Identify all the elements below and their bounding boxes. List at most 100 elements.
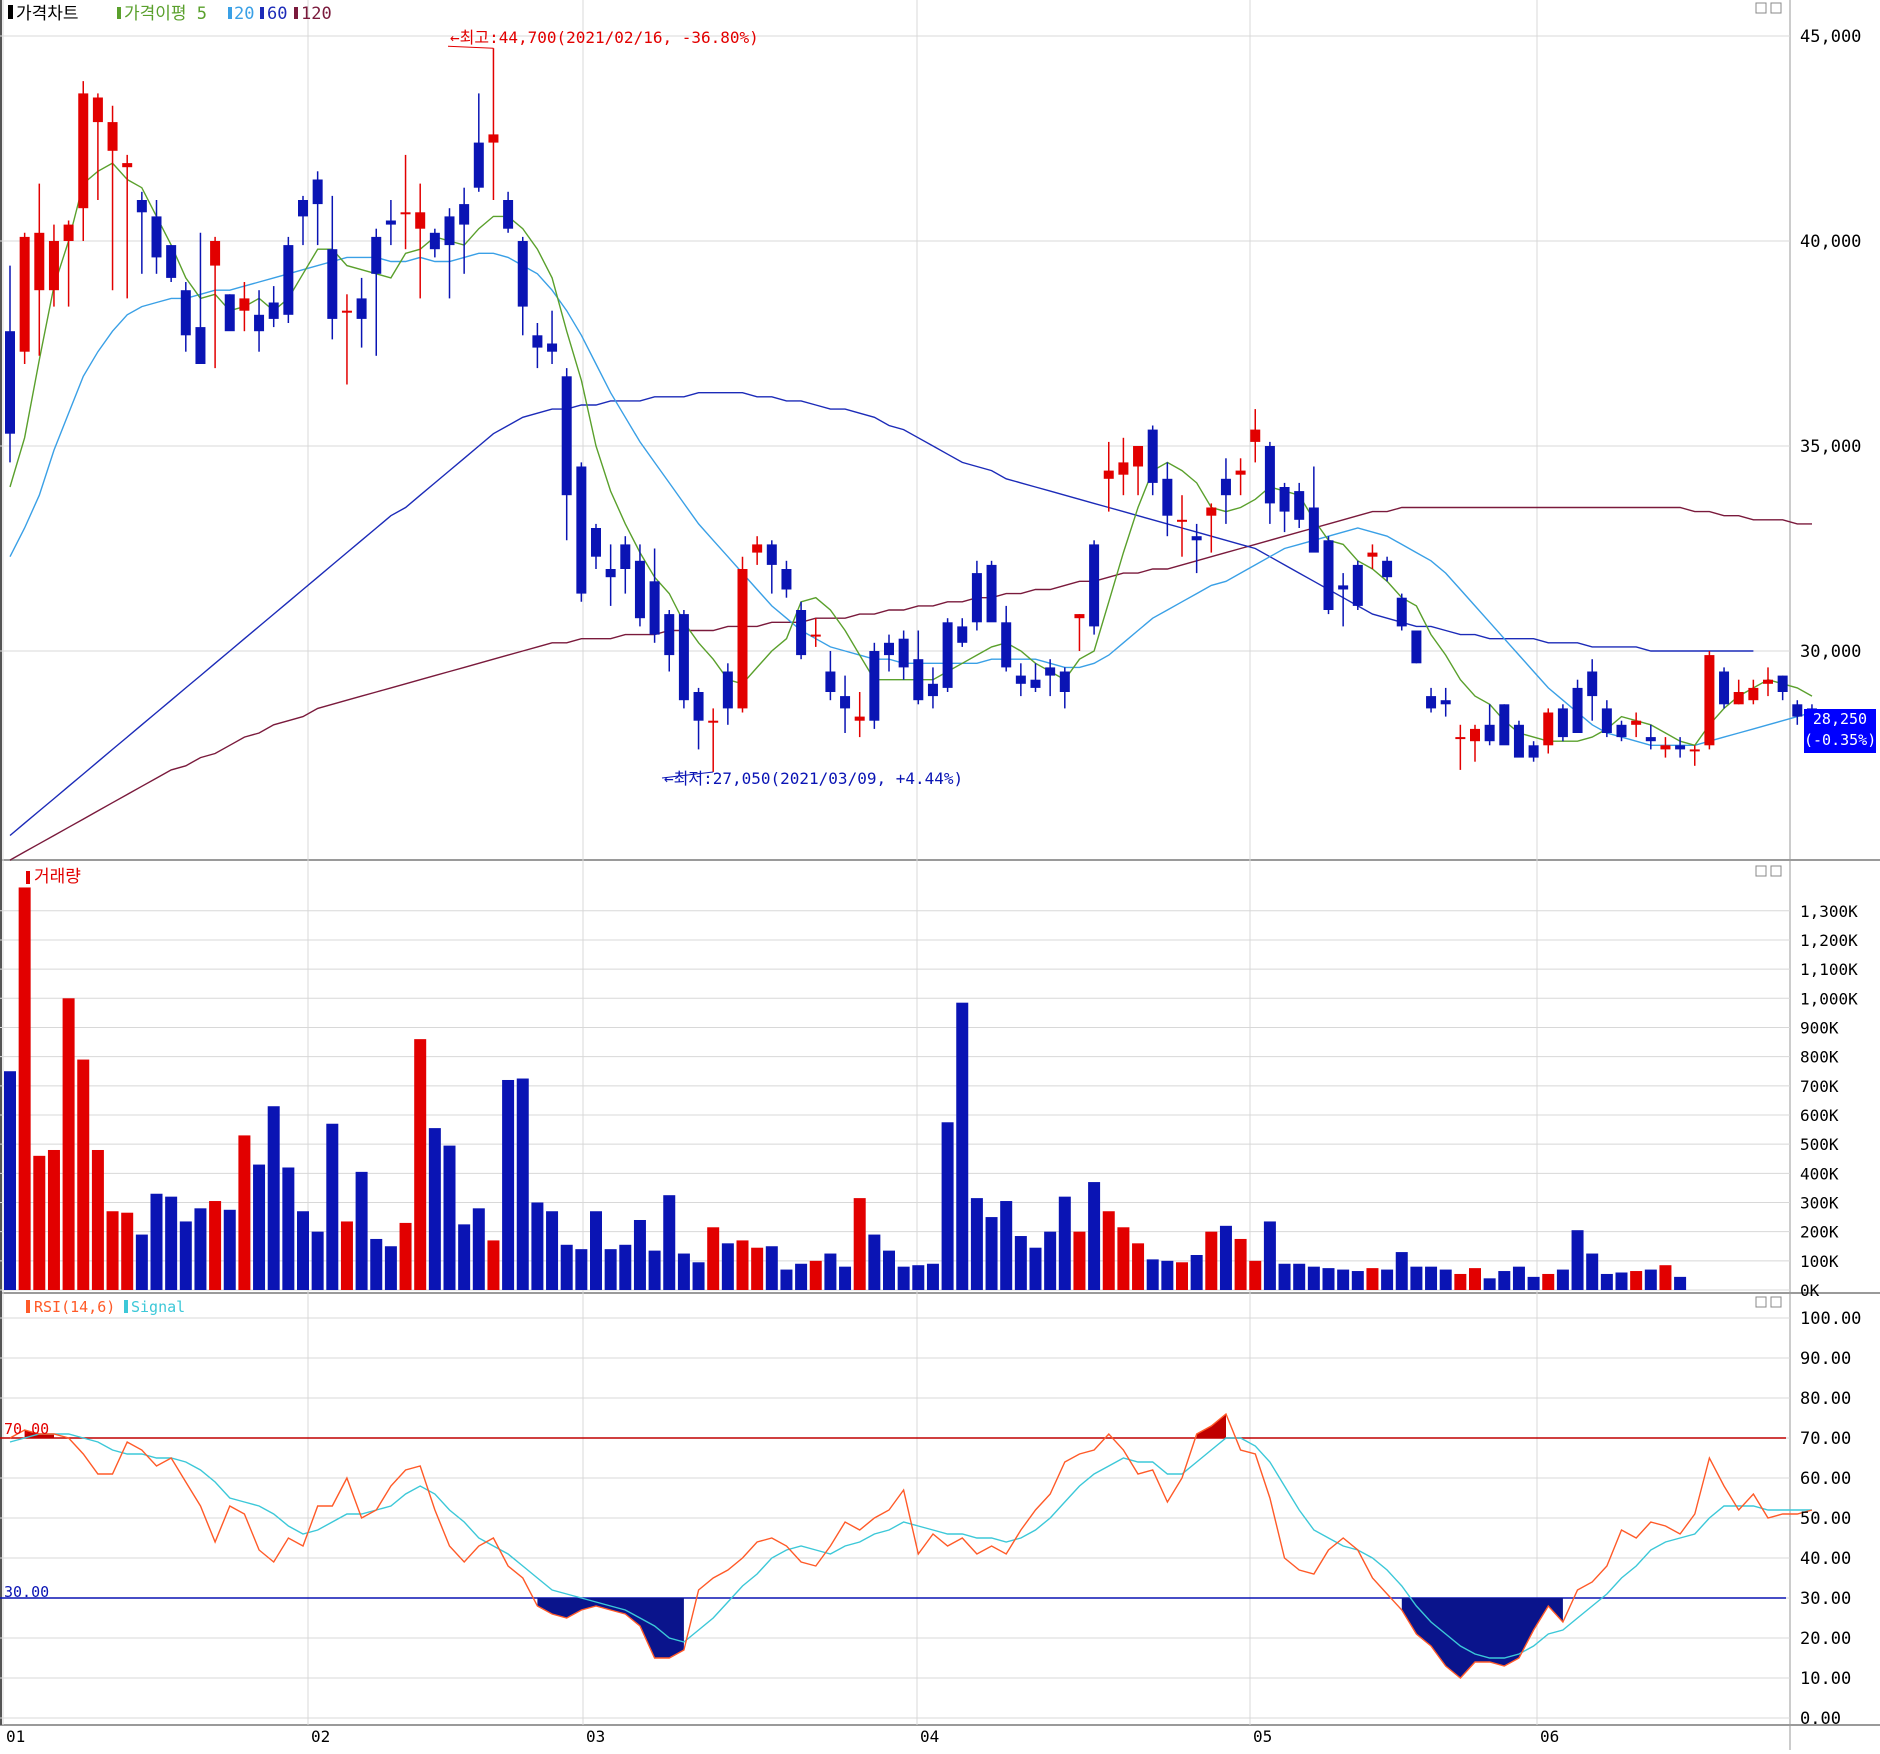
candle-body <box>854 716 865 721</box>
volume-bar <box>209 1201 222 1290</box>
volume-bar <box>179 1221 192 1290</box>
candle-body <box>561 376 572 496</box>
volume-bar <box>868 1234 881 1290</box>
volume-bar <box>883 1250 895 1290</box>
candle-body <box>1220 478 1231 496</box>
candle-body <box>371 236 382 274</box>
candle-body <box>1455 737 1466 740</box>
candle-body <box>1499 704 1510 746</box>
volume-y-tick-label: 400K <box>1800 1164 1839 1183</box>
candle-body <box>649 581 660 635</box>
volume-bar <box>1073 1231 1086 1290</box>
volume-panel-close-icon[interactable] <box>1770 865 1782 877</box>
candle-body <box>840 696 851 709</box>
candle-body <box>239 298 250 311</box>
candle-body <box>283 245 294 315</box>
candle-body <box>1323 540 1334 610</box>
candle-body <box>986 564 997 623</box>
candle-body <box>722 671 733 709</box>
rsi-y-tick-label: 90.00 <box>1800 1349 1851 1369</box>
candle-body <box>122 163 133 168</box>
candle-body <box>1557 708 1568 738</box>
candle-body <box>1689 749 1700 752</box>
candle-body <box>1264 446 1275 504</box>
candle-body <box>766 544 777 565</box>
volume-bar <box>1542 1273 1555 1290</box>
candle-body <box>576 466 587 594</box>
candle-body <box>1396 597 1407 627</box>
volume-bar <box>956 1002 969 1290</box>
rsi-y-tick-label: 50.00 <box>1800 1509 1851 1529</box>
volume-y-tick-label: 800K <box>1800 1048 1839 1067</box>
volume-bar <box>560 1244 573 1290</box>
volume-bar <box>18 887 31 1290</box>
candle-body <box>327 249 338 319</box>
volume-bar <box>1381 1269 1394 1290</box>
volume-bar <box>414 1039 427 1290</box>
volume-bar <box>795 1263 808 1290</box>
x-tick-label: 04 <box>920 1727 939 1746</box>
rsi-y-tick-label: 70.00 <box>1800 1429 1851 1449</box>
candle-body <box>971 573 982 623</box>
candle-body <box>517 241 528 307</box>
candle-body <box>1147 429 1158 483</box>
x-tick-label: 02 <box>311 1727 330 1746</box>
price-panel-close-icon[interactable] <box>1770 2 1782 14</box>
candle-body <box>312 179 323 205</box>
volume-bar <box>765 1246 778 1290</box>
volume-bar <box>297 1211 309 1290</box>
candle-body <box>136 200 147 213</box>
candle-body <box>1015 675 1026 684</box>
candle-body <box>34 232 45 291</box>
candle-body <box>1177 519 1187 522</box>
volume-bar <box>1307 1266 1320 1290</box>
candle-body <box>1352 564 1363 606</box>
candle-body <box>1660 745 1671 750</box>
volume-bar <box>62 998 75 1290</box>
candle-body <box>1338 585 1349 590</box>
price-panel-minimize-icon[interactable] <box>1755 2 1767 14</box>
volume-bar <box>311 1231 324 1290</box>
candle-body <box>678 614 689 701</box>
volume-y-tick-label: 0K <box>1800 1281 1820 1300</box>
x-tick-label: 03 <box>586 1727 605 1746</box>
rsi-y-tick-label: 20.00 <box>1800 1629 1851 1649</box>
candle-body <box>298 200 308 217</box>
volume-bar <box>1293 1263 1306 1290</box>
volume-bar <box>853 1198 866 1290</box>
current-price-change: (-0.35%) <box>1804 731 1877 749</box>
candle-body <box>752 544 763 553</box>
volume-bar <box>985 1217 998 1290</box>
rsi-panel-minimize-icon[interactable] <box>1755 1296 1767 1308</box>
volume-bar <box>502 1079 515 1290</box>
legend-ma120-label: 120 <box>301 4 332 24</box>
candle-body <box>942 622 953 688</box>
candle-body <box>5 331 15 434</box>
volume-bar <box>751 1247 764 1290</box>
volume-bar <box>282 1167 295 1290</box>
price-y-tick-label: 45,000 <box>1800 27 1861 47</box>
volume-bar <box>165 1196 178 1290</box>
volume-y-tick-label: 1,100K <box>1800 960 1858 979</box>
volume-bar <box>1366 1268 1379 1290</box>
rsi-level-30-label: 30.00 <box>4 1583 49 1601</box>
volume-bar <box>633 1219 646 1290</box>
candle-body <box>605 569 616 578</box>
volume-bar <box>604 1249 617 1290</box>
volume-bar <box>1454 1273 1467 1290</box>
volume-bar <box>648 1250 661 1290</box>
volume-panel-minimize-icon[interactable] <box>1755 865 1767 877</box>
candle-body <box>92 97 103 123</box>
rsi-panel-close-icon[interactable] <box>1770 1296 1782 1308</box>
candle-body <box>1572 687 1583 733</box>
volume-bar <box>1058 1196 1071 1290</box>
candle-body <box>429 232 440 250</box>
volume-bar <box>809 1260 822 1290</box>
candle-body <box>1367 552 1378 557</box>
candle-body <box>1030 679 1041 688</box>
candle-body <box>1059 671 1070 692</box>
volume-bar <box>926 1263 939 1290</box>
candle-body <box>869 651 880 721</box>
candle-body <box>356 298 367 319</box>
rsi-y-tick-label: 100.00 <box>1800 1309 1861 1329</box>
